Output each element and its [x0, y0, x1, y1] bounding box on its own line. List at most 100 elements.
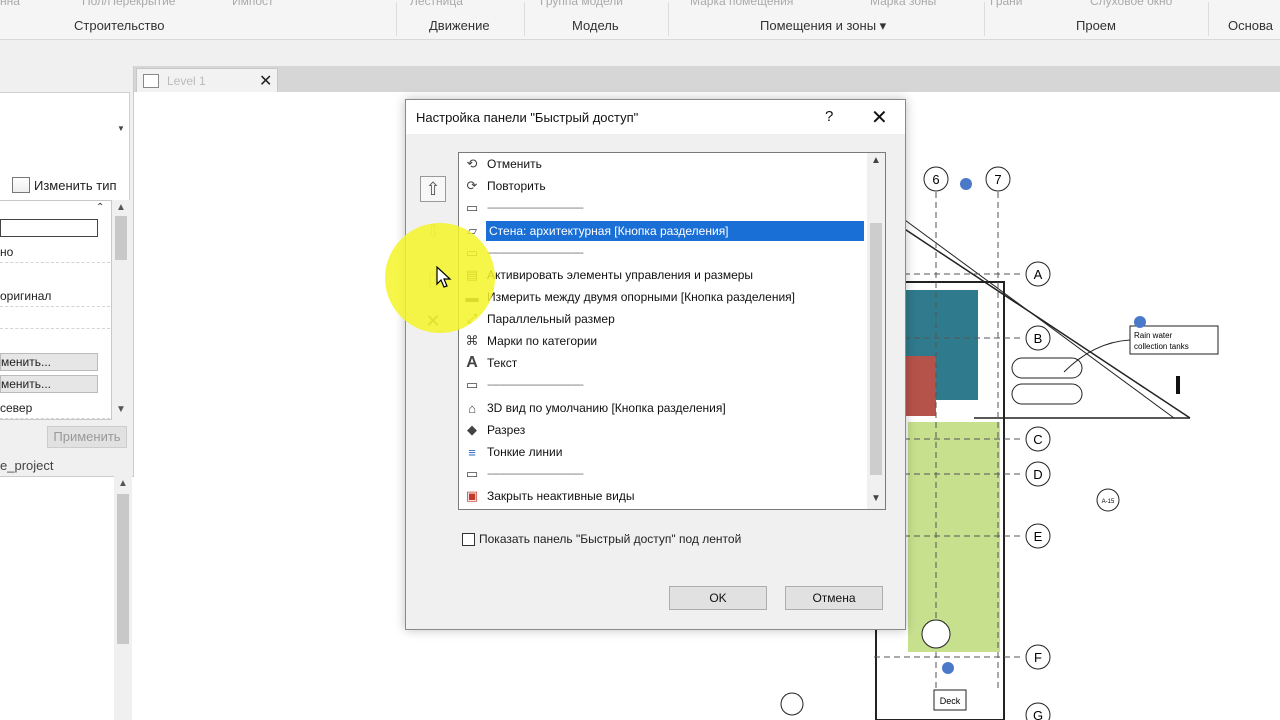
property-row[interactable]: оригинал — [0, 285, 110, 307]
property-row[interactable]: север — [0, 397, 110, 419]
property-row[interactable]: но — [0, 241, 110, 263]
list-item[interactable]: ⟲ Отменить — [459, 153, 867, 175]
separator-icon: ▭ — [465, 200, 479, 215]
scroll-up-icon[interactable]: ▲ — [116, 202, 126, 213]
tag-icon: ⌘ — [465, 333, 479, 348]
item-label: Стена: архитектурная [Кнопка разделения] — [489, 224, 729, 238]
dialog-close-button[interactable]: ✕ — [871, 105, 888, 130]
ribbon-separator — [524, 2, 525, 36]
stair-tool[interactable]: Лестница — [410, 0, 463, 8]
list-item[interactable]: ⌂ 3D вид по умолчанию [Кнопка разделения… — [459, 397, 867, 419]
chevron-down-icon[interactable]: ▼ — [117, 124, 125, 133]
scroll-thumb[interactable] — [115, 216, 127, 260]
view-tab-level-1[interactable]: Level 1 ✕ — [136, 68, 278, 92]
note-text: collection tanks — [1134, 342, 1189, 351]
properties-grid: но оригинал менить... менить... север — [0, 200, 112, 420]
list-item[interactable]: ◆ Разрез — [459, 419, 867, 441]
project-browser-title: e_project — [0, 458, 54, 473]
list-scrollbar[interactable]: ▲ ▼ — [867, 153, 885, 509]
list-item[interactable]: ▭ ------------------------------------ — [459, 242, 867, 264]
list-item[interactable]: ⟳ Повторить — [459, 175, 867, 197]
property-value-field[interactable] — [0, 219, 98, 237]
item-label: ------------------------------------ — [487, 247, 584, 259]
view-reference[interactable] — [780, 692, 804, 716]
panel-datum-title: Основа — [1228, 18, 1274, 33]
help-button[interactable]: ? — [825, 108, 833, 125]
item-label: ------------------------------------ — [487, 202, 584, 214]
panel-circulation-title: Движение — [429, 18, 490, 33]
properties-scrollbar[interactable]: ▲ ▼ — [112, 200, 130, 420]
checkbox-box[interactable] — [462, 532, 475, 546]
ok-button[interactable]: OK — [669, 586, 767, 610]
list-item[interactable]: ▬ Измерить между двумя опорными [Кнопка … — [459, 286, 867, 308]
water-tank — [1011, 357, 1083, 379]
list-item[interactable]: ▭ ------------------------------------ — [459, 374, 867, 396]
panel-model-title: Модель — [572, 18, 619, 33]
text-icon: A — [466, 354, 478, 371]
column-symbol — [921, 619, 951, 649]
list-item[interactable]: ≡ Тонкие линии — [459, 441, 867, 463]
ribbon-separator — [668, 2, 669, 36]
property-edit-button[interactable]: менить... — [0, 375, 98, 393]
list-item[interactable]: ▣ Закрыть неактивные виды — [459, 485, 867, 507]
info-marker-icon[interactable] — [942, 662, 954, 674]
view-tab-label: Level 1 — [167, 73, 206, 88]
qat-items-list[interactable]: ⟲ Отменить ⟳ Повторить ▭ ---------------… — [458, 152, 886, 510]
room-fill-red — [906, 356, 936, 416]
properties-panel: ▼ Изменить тип но оригинал менить... мен… — [0, 66, 134, 720]
scroll-up-icon[interactable]: ▲ — [118, 478, 128, 489]
edit-type-label: Изменить тип — [34, 177, 117, 193]
scroll-down-icon[interactable]: ▼ — [116, 404, 126, 415]
note-text: Rain water — [1134, 331, 1173, 340]
edit-type-button[interactable]: Изменить тип — [12, 174, 130, 196]
list-item[interactable]: ▱ Стена: архитектурная [Кнопка разделени… — [459, 220, 867, 242]
grid-label: D — [1033, 467, 1042, 482]
list-item[interactable]: ⤢ Параллельный размер — [459, 308, 867, 330]
scroll-thumb[interactable] — [870, 223, 882, 475]
apply-button[interactable]: Применить — [47, 426, 127, 448]
list-item[interactable]: ⌘ Марки по категории — [459, 330, 867, 352]
edit-type-icon — [12, 177, 30, 193]
show-below-ribbon-checkbox[interactable]: Показать панель "Быстрый доступ" под лен… — [462, 532, 741, 546]
floor-tool[interactable]: Пол/Перекрытие — [82, 0, 175, 8]
mullion-tool[interactable]: Импост — [232, 0, 274, 8]
move-up-button[interactable]: ⇧ — [420, 176, 446, 202]
area-tag-tool[interactable]: Марка зоны — [870, 0, 936, 8]
ribbon-fragment[interactable]: нна — [0, 0, 20, 8]
grid-label: C — [1033, 432, 1042, 447]
water-tank — [1011, 383, 1083, 405]
list-item[interactable]: A Текст — [459, 352, 867, 374]
item-label: 3D вид по умолчанию [Кнопка разделения] — [487, 401, 726, 415]
item-label: Разрез — [487, 423, 526, 437]
scroll-down-icon[interactable]: ▼ — [871, 493, 881, 504]
close-views-icon: ▣ — [465, 488, 479, 503]
grid-label: 7 — [994, 172, 1001, 187]
dormer-tool[interactable]: Слуховое окно — [1090, 0, 1172, 8]
list-item[interactable]: ▭ ------------------------------------ — [459, 463, 867, 485]
view-ref-label: A-15 — [1102, 499, 1115, 505]
property-edit-button[interactable]: менить... — [0, 353, 98, 371]
room-tag-tool[interactable]: Марка помещения — [690, 0, 793, 8]
close-icon[interactable]: ✕ — [259, 71, 272, 91]
item-label: Измерить между двумя опорными [Кнопка ра… — [487, 290, 795, 304]
list-item[interactable]: ▭ ------------------------------------ — [459, 197, 867, 219]
model-group-tool[interactable]: Группа модели — [540, 0, 623, 8]
ribbon-separator — [1208, 2, 1209, 36]
floor-plan-icon — [143, 73, 159, 88]
list-item[interactable]: ▤ Активировать элементы управления и раз… — [459, 264, 867, 286]
browser-scrollbar[interactable]: ▲ — [114, 476, 132, 720]
faces-tool[interactable]: Грани — [990, 0, 1023, 8]
panel-rooms-title[interactable]: Помещения и зоны ▾ — [760, 18, 886, 34]
cancel-button[interactable]: Отмена — [785, 586, 883, 610]
scroll-up-icon[interactable]: ▲ — [871, 155, 881, 166]
separator-icon: ▭ — [465, 466, 479, 481]
grid-label: A — [1034, 267, 1043, 282]
grid-label: F — [1034, 650, 1042, 665]
edit-type-row: Изменить тип — [0, 174, 130, 196]
info-marker-icon[interactable] — [1134, 316, 1146, 328]
ribbon: нна Пол/Перекрытие Импост Лестница Групп… — [0, 0, 1280, 40]
dialog-title: Настройка панели "Быстрый доступ" — [416, 110, 639, 125]
scroll-thumb[interactable] — [117, 494, 129, 644]
collapse-icon[interactable]: ⌃ — [96, 202, 104, 213]
info-marker-icon[interactable] — [960, 178, 972, 190]
